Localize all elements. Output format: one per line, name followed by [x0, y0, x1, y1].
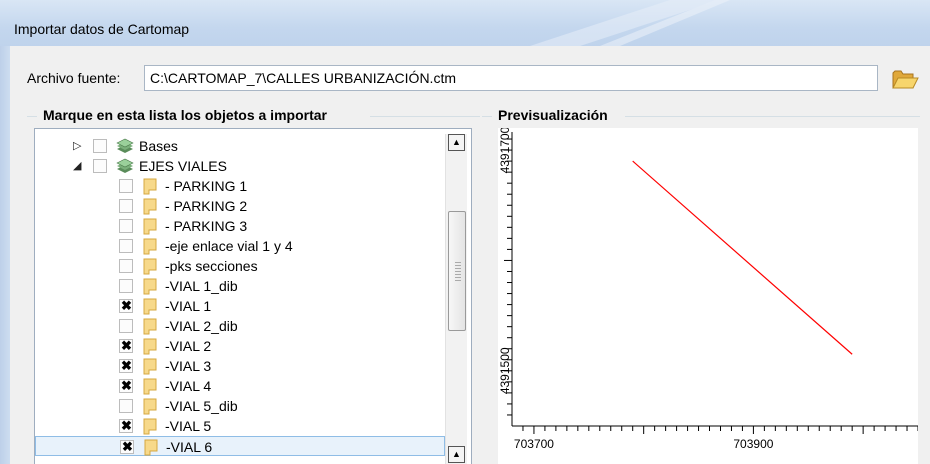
layer-icon [143, 298, 157, 315]
tree-item-label: -VIAL 6 [166, 439, 213, 455]
title-bar[interactable]: Importar datos de Cartomap [0, 0, 930, 46]
tree-item[interactable]: - PARKING 2 [35, 196, 445, 216]
scroll-up-button[interactable]: ▲ [448, 134, 465, 151]
layer-icon [143, 278, 157, 295]
scroll-grip-icon [455, 262, 461, 282]
tree-item-checkbox[interactable] [119, 338, 133, 354]
tree-item-checkbox[interactable] [119, 179, 133, 193]
tree-item-label: -VIAL 5_dib [165, 398, 238, 414]
tree-item-checkbox[interactable] [119, 418, 133, 434]
import-dialog-window: Importar datos de Cartomap Archivo fuent… [0, 0, 930, 464]
layer-icon [143, 418, 157, 435]
tree-item-label: -eje enlace vial 1 y 4 [165, 238, 293, 254]
tree-item[interactable]: -VIAL 6 [35, 436, 445, 456]
tree-item-checkbox[interactable] [119, 298, 133, 314]
tree-item-label: - PARKING 3 [165, 218, 248, 234]
scroll-down-button[interactable]: ▲ [448, 446, 465, 463]
source-file-input[interactable]: C:\CARTOMAP_7\CALLES URBANIZACIÓN.ctm [144, 65, 878, 91]
tree-item-label: - PARKING 1 [165, 178, 248, 194]
list-group-title: Marque en esta lista los objetos a impor… [40, 107, 330, 123]
y-tick-label: 4391700 [498, 128, 512, 173]
layer-icon [143, 398, 157, 415]
title-bar-glare [530, 0, 730, 46]
tree-item-checkbox[interactable] [119, 358, 133, 374]
tree-item[interactable]: - PARKING 3 [35, 216, 445, 236]
tree-item-checkbox[interactable] [93, 159, 107, 173]
tree-item[interactable]: -VIAL 1_dib [35, 276, 445, 296]
tree-item[interactable]: ▷ Bases [35, 136, 445, 156]
tree-item-label: - PARKING 2 [165, 198, 248, 214]
layers-icon [116, 158, 134, 173]
tree-item-label: -VIAL 1_dib [165, 278, 238, 294]
tree-item[interactable]: -pks secciones [35, 256, 445, 276]
scroll-thumb[interactable] [448, 211, 466, 331]
tree-item[interactable]: - PARKING 1 [35, 176, 445, 196]
tree-item-label: -VIAL 2_dib [165, 318, 238, 334]
series-line [632, 160, 853, 355]
tree-item[interactable]: -VIAL 3 [35, 356, 445, 376]
layer-icon [144, 439, 158, 456]
preview-group-title: Previsualización [495, 107, 611, 123]
folder-open-icon[interactable] [890, 66, 920, 92]
tree-scrollbar[interactable]: ▲ ▲ [445, 134, 467, 464]
tree-item[interactable]: -VIAL 2 [35, 336, 445, 356]
tree-item[interactable]: ◢ EJES VIALES [35, 156, 445, 176]
tree-item[interactable]: -VIAL 5 [35, 416, 445, 436]
layer-icon [143, 198, 157, 215]
tree-item-checkbox[interactable] [119, 378, 133, 394]
tree-item-checkbox[interactable] [119, 199, 133, 213]
tree-item-checkbox[interactable] [119, 239, 133, 253]
source-file-label: Archivo fuente: [27, 70, 121, 86]
list-group-line-left [27, 116, 37, 117]
tree-item[interactable]: -VIAL 1 [35, 296, 445, 316]
layer-icon [143, 338, 157, 355]
tree-item-label: Bases [139, 138, 178, 154]
layer-icon [143, 378, 157, 395]
x-tick-label: 703900 [733, 437, 773, 451]
window-left-frame [0, 46, 10, 464]
tree-item-label: -VIAL 1 [165, 298, 212, 314]
tree-item[interactable]: -VIAL 2_dib [35, 316, 445, 336]
tree-item-label: -pks secciones [165, 258, 258, 274]
tree-item-checkbox[interactable] [119, 319, 133, 333]
tree-item-checkbox[interactable] [119, 259, 133, 273]
tree-item-checkbox[interactable] [93, 139, 107, 153]
layer-icon [143, 178, 157, 195]
preview-chart-svg: 703700 703900 4391700 4391500 [498, 128, 918, 451]
collapse-arrow-icon[interactable]: ◢ [73, 159, 81, 172]
layer-icon [143, 218, 157, 235]
tree-item-checkbox[interactable] [119, 219, 133, 233]
tree-item-checkbox[interactable] [119, 279, 133, 293]
tree-item-checkbox[interactable] [119, 399, 133, 413]
preview-plot: 703700 703900 4391700 4391500 [498, 128, 918, 464]
object-tree: ▷ Bases ◢ EJES VIALES - PARKING 1 - PARKING 2… [34, 128, 472, 464]
tree-item[interactable]: -VIAL 4 [35, 376, 445, 396]
y-tick-label: 4391500 [498, 347, 512, 394]
tree-item-label: -VIAL 5 [165, 418, 212, 434]
layer-icon [143, 318, 157, 335]
tree-item-checkbox[interactable] [120, 439, 134, 455]
tree-item-label: EJES VIALES [139, 158, 227, 174]
layer-icon [143, 238, 157, 255]
list-group-line-right [370, 116, 480, 117]
layers-icon [116, 138, 134, 153]
tree-item[interactable]: -eje enlace vial 1 y 4 [35, 236, 445, 256]
layer-icon [143, 358, 157, 375]
layer-icon [143, 258, 157, 275]
tree-item[interactable]: -VIAL 5_dib [35, 396, 445, 416]
tree-item-label: -VIAL 4 [165, 378, 212, 394]
tree-item-label: -VIAL 3 [165, 358, 212, 374]
preview-group-line-left [482, 116, 492, 117]
tree-item-label: -VIAL 2 [165, 338, 212, 354]
x-tick-label: 703700 [514, 437, 554, 451]
window-title: Importar datos de Cartomap [14, 21, 190, 37]
expand-arrow-icon[interactable]: ▷ [73, 139, 81, 152]
preview-group-line-right [625, 116, 920, 117]
